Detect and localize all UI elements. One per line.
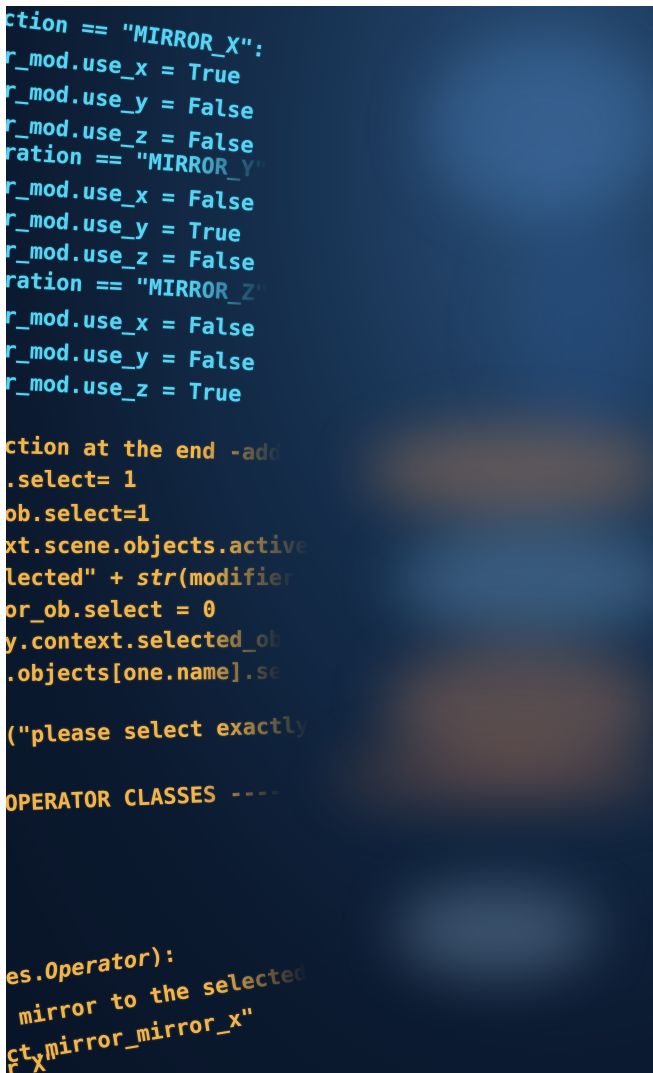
code-line: r_mod.use_y = False [6,338,256,377]
code-line: r_mod.use_x = False [6,304,256,343]
code-line: .objects[one.name].se [6,659,283,687]
code-block: ction == "MIRROR_X": r_mod.use_x = True … [6,6,653,1073]
code-line: or_ob.select = 0 [6,598,216,623]
code-fragment: str [136,566,177,591]
code-line: ob.select=1 [6,502,150,527]
code-line: OPERATOR CLASSES ---- [6,779,283,817]
code-photo: ction == "MIRROR_X": r_mod.use_x = True … [6,6,653,1073]
code-fragment: lected" + [6,566,137,591]
code-fragment: ): [148,942,179,971]
code-fragment: (modifier [176,566,296,591]
code-line: lected" + str(modifier [6,566,295,591]
code-line: y.context.selected_ob [6,627,283,655]
code-line: xt.scene.objects.active [6,534,309,559]
code-line: ction at the end -add [6,434,283,467]
code-fragment: es. [6,960,47,991]
code-line: .select= 1 [6,468,137,493]
code-line: r_mod.use_z = True [6,370,243,408]
code-fragment: Operator [43,945,152,986]
code-line: ("please select exactly [6,713,310,749]
